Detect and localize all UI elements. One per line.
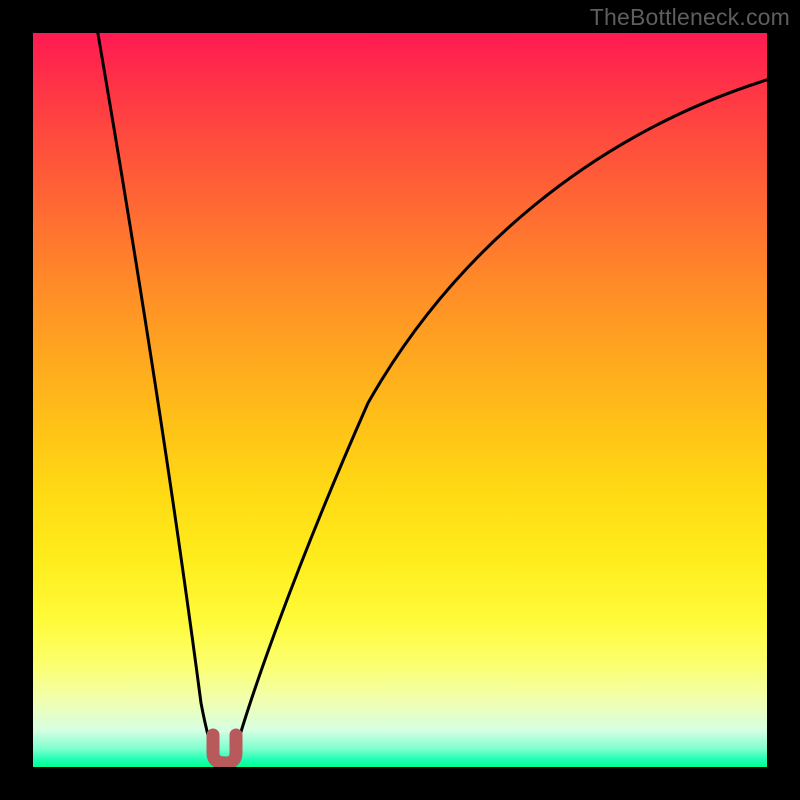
curves-layer [33,33,767,767]
chart-frame: TheBottleneck.com [0,0,800,800]
curve-right-branch [232,78,767,763]
watermark-text: TheBottleneck.com [590,4,790,31]
minimum-marker [213,735,236,763]
plot-area [33,33,767,767]
curve-left-branch [97,33,217,763]
